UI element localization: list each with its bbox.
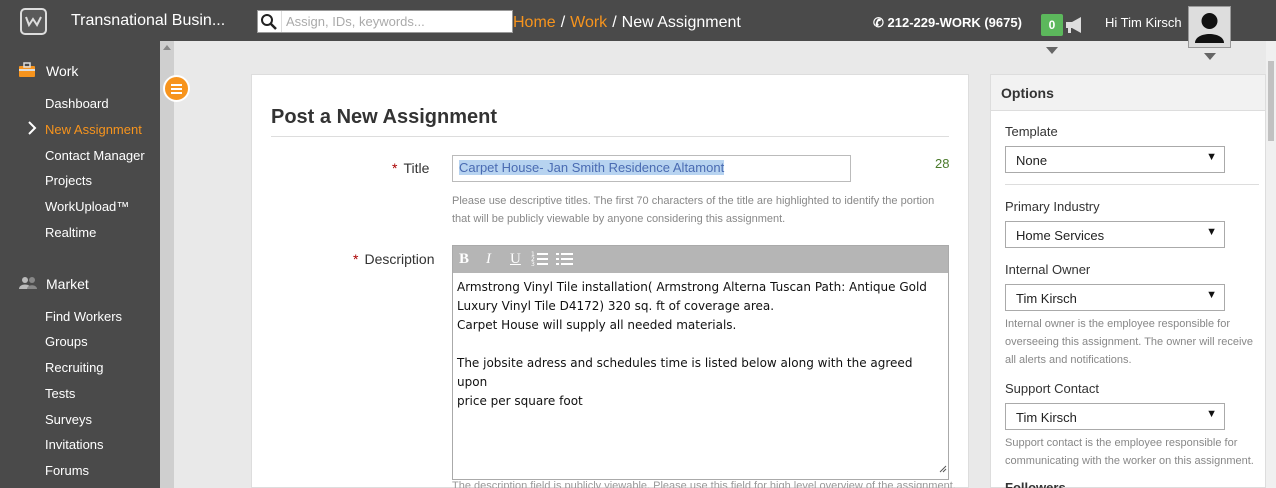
sidebar-item-dashboard[interactable]: Dashboard [45,96,109,111]
unordered-list-icon[interactable] [556,250,574,271]
notifications-chevron-down-icon[interactable] [1046,47,1058,54]
title-character-count: 28 [935,156,950,171]
phone-icon: ✆ [873,15,884,30]
template-label: Template [1005,124,1058,139]
dropdown-arrow-icon: ▼ [1206,151,1217,163]
editor-toolbar: B I U 123 [453,246,948,273]
description-line: The jobsite adress and schedules time is… [457,356,913,389]
users-icon [19,277,37,289]
support-contact-select[interactable]: Tim Kirsch ▼ [1005,403,1225,430]
avatar[interactable] [1188,6,1231,48]
italic-icon[interactable]: I [486,251,491,268]
scroll-up-icon[interactable] [163,45,171,50]
title-label: * Title [392,160,429,176]
description-line: Armstrong Vinyl Tile installation( Armst… [457,280,927,294]
sidebar-section-label: Work [46,63,79,79]
followers-label: Followers [1005,480,1066,488]
title-input[interactable]: Carpet House- Jan Smith Residence Altamo… [452,155,851,182]
logo-icon[interactable] [20,8,47,35]
breadcrumb-current: New Assignment [621,14,741,31]
dropdown-arrow-icon: ▼ [1206,226,1217,238]
options-header: Options [991,75,1265,111]
internal-owner-value: Tim Kirsch [1016,291,1077,306]
svg-text:3: 3 [531,261,535,266]
underline-icon[interactable]: U [510,251,521,268]
breadcrumb-home[interactable]: Home [513,14,556,31]
sidebar-item-new-assignment[interactable]: New Assignment [45,122,142,137]
support-phone: ✆ 212-229-WORK (9675) [873,15,1022,31]
notification-badge[interactable]: 0 [1041,14,1063,36]
company-name[interactable]: Transnational Busin... [71,12,225,30]
title-input-value: Carpet House- Jan Smith Residence Altamo… [459,160,725,175]
description-line: Luxury Vinyl Tile D4172) 320 sq. ft of c… [457,299,775,313]
title-label-text: Title [403,160,430,176]
sidebar-item-workupload[interactable]: WorkUpload™ [45,199,129,214]
internal-owner-select[interactable]: Tim Kirsch ▼ [1005,284,1225,311]
search-box[interactable] [257,10,513,33]
primary-industry-value: Home Services [1016,228,1105,243]
sidebar-item-surveys[interactable]: Surveys [45,412,92,427]
search-icon[interactable] [258,11,282,32]
internal-owner-label: Internal Owner [1005,262,1091,277]
description-editor[interactable]: B I U 123 Armstrong Vinyl Tile installat… [452,245,949,480]
sidebar-item-forums[interactable]: Forums [45,463,89,478]
support-contact-help: Support contact is the employee responsi… [1005,437,1254,467]
sidebar-item-find-workers[interactable]: Find Workers [45,309,122,324]
search-input[interactable] [286,13,506,30]
description-line [457,335,942,354]
briefcase-icon [19,62,35,77]
template-select[interactable]: None ▼ [1005,146,1225,173]
megaphone-icon[interactable] [1063,14,1087,41]
primary-industry-select[interactable]: Home Services ▼ [1005,221,1225,248]
bold-icon[interactable]: B [459,251,469,268]
top-bar: Transnational Busin... Home/Work/New Ass… [0,0,1276,48]
sidebar-item-tests[interactable]: Tests [45,386,75,401]
internal-owner-help: Internal owner is the employee responsib… [1005,318,1254,366]
menu-toggle-icon[interactable] [163,75,190,102]
sidebar-item-groups[interactable]: Groups [45,334,88,349]
ordered-list-icon[interactable]: 123 [531,250,549,271]
resize-handle-icon[interactable] [939,460,947,478]
required-asterisk: * [353,251,359,267]
page-title: Post a New Assignment [271,106,497,128]
support-contact-label: Support Contact [1005,381,1099,396]
title-help-text: Please use descriptive titles. The first… [452,195,935,225]
sidebar: Work Dashboard New Assignment Contact Ma… [0,41,160,488]
description-line: Carpet House will supply all needed mate… [457,318,737,332]
required-asterisk: * [392,160,398,176]
options-panel: Options Template None ▼ Primary Industry … [990,74,1266,488]
assignment-form-card: Post a New Assignment * Title Carpet Hous… [251,74,969,488]
divider [1005,184,1259,185]
phone-number: 212-229-WORK (9675) [887,15,1022,30]
support-contact-value: Tim Kirsch [1016,410,1077,425]
user-greeting[interactable]: Hi Tim Kirsch [1105,15,1182,30]
divider [271,136,949,137]
dropdown-arrow-icon: ▼ [1206,289,1217,301]
breadcrumb-work[interactable]: Work [570,14,607,31]
description-line: price per square foot [457,394,583,408]
sidebar-section-label: Market [46,276,89,292]
page-scrollbar[interactable] [1266,41,1276,488]
primary-industry-label: Primary Industry [1005,199,1100,214]
sidebar-scrollbar[interactable] [160,41,174,488]
description-text[interactable]: Armstrong Vinyl Tile installation( Armst… [457,278,942,411]
chevron-right-icon [27,121,37,140]
template-select-value: None [1016,153,1048,168]
description-help-text: The description field is publicly viewab… [452,480,956,488]
options-heading: Options [1001,85,1054,101]
dropdown-arrow-icon: ▼ [1206,408,1217,420]
sidebar-item-realtime[interactable]: Realtime [45,225,96,240]
user-menu-chevron-down-icon[interactable] [1204,53,1216,60]
sidebar-item-projects[interactable]: Projects [45,173,92,188]
description-label: * Description [353,251,434,267]
description-label-text: Description [364,251,435,267]
scrollbar-thumb[interactable] [1268,61,1274,141]
breadcrumb: Home / Work / New Assignment [513,14,741,31]
sidebar-item-contact-manager[interactable]: Contact Manager [45,148,145,163]
sidebar-item-recruiting[interactable]: Recruiting [45,360,104,375]
sidebar-item-invitations[interactable]: Invitations [45,437,104,452]
